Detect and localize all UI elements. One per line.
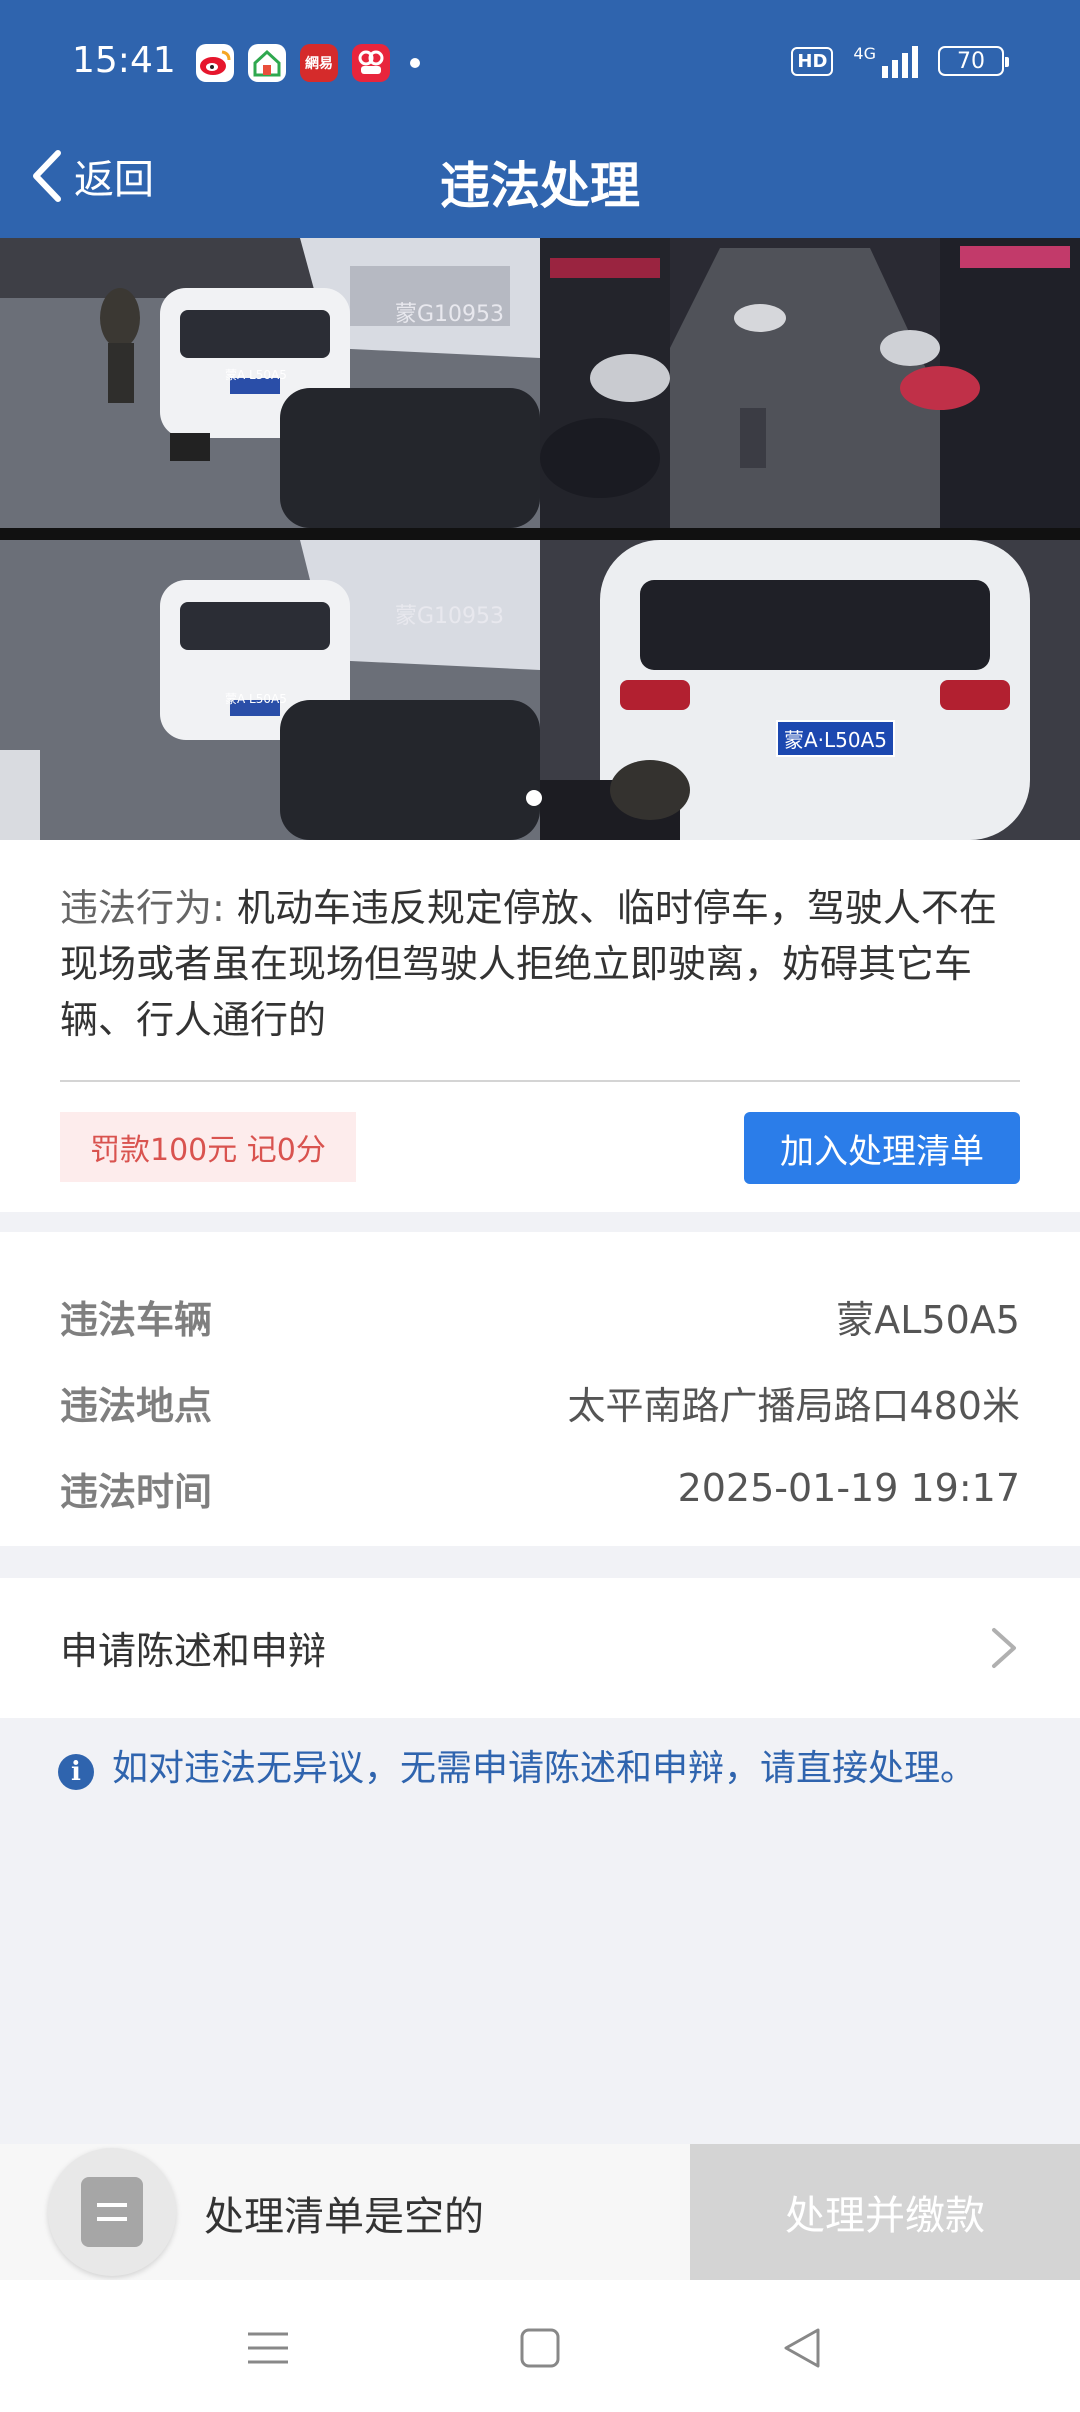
plate-text-small-top: 蒙A L50A5 — [225, 368, 287, 382]
back-icon[interactable] — [774, 2320, 830, 2376]
bottom-action-bar: 处理清单是空的 处理并缴款 — [0, 2144, 1080, 2280]
system-navigation-bar — [0, 2280, 1080, 2412]
home-icon[interactable] — [512, 2320, 568, 2376]
photo-bottom-right: 蒙A·L50A5 — [540, 540, 1080, 840]
violation-photo-carousel[interactable]: 蒙G10953 蒙A L50A5 蒙G10953 蒙A L50A5 蒙A·L50… — [0, 238, 1080, 840]
netease-icon: 網易 — [300, 44, 338, 82]
page-title: 违法处理 — [440, 157, 640, 215]
photo-top-right — [540, 238, 1080, 528]
status-time: 15:41 — [72, 40, 176, 81]
photo-top-left: 蒙G10953 蒙A L50A5 — [0, 238, 540, 528]
network-type: 4G — [853, 44, 876, 63]
violation-card: 违法行为: 机动车违反规定停放、临时停车，驾驶人不在现场或者虽在现场但驾驶人拒绝… — [0, 840, 1080, 1212]
status-bar: 15:41 網易 HD 4G 70 — [0, 0, 1080, 124]
add-to-list-button[interactable]: 加入处理清单 — [744, 1112, 1020, 1184]
info-notice: i 如对违法无异议，无需申请陈述和申辩，请直接处理。 — [58, 1744, 1018, 1794]
detail-value: 太平南路广播局路口480米 — [567, 1383, 1020, 1428]
fine-badge: 罚款100元 记0分 — [60, 1112, 356, 1182]
plate-text-large: 蒙A·L50A5 — [776, 720, 896, 757]
netease-icon-label: 網易 — [305, 56, 333, 72]
notification-icons: 網易 — [196, 44, 420, 82]
detail-key: 违法时间 — [60, 1469, 213, 1514]
battery-icon: 70 — [938, 46, 1009, 76]
video-app-icon — [352, 44, 390, 82]
battery-level: 70 — [957, 48, 985, 74]
plate-text-small-bottom: 蒙A L50A5 — [225, 692, 287, 706]
process-list-button[interactable] — [48, 2148, 176, 2276]
detail-value: 蒙AL50A5 — [836, 1297, 1020, 1342]
violation-description: 违法行为: 机动车违反规定停放、临时停车，驾驶人不在现场或者虽在现场但驾驶人拒绝… — [60, 880, 1020, 1048]
info-text: 如对违法无异议，无需申请陈述和申辩，请直接处理。 — [112, 1748, 977, 1789]
signal-icon: 4G — [853, 44, 918, 78]
menu-icon[interactable] — [240, 2320, 296, 2376]
plate-text-top: 蒙G10953 — [395, 302, 505, 327]
empty-list-text: 处理清单是空的 — [204, 2194, 484, 2240]
detail-row-time: 违法时间 2025-01-19 19:17 — [60, 1458, 1020, 1518]
detail-key: 违法地点 — [60, 1383, 213, 1428]
status-indicators: HD 4G 70 — [791, 44, 1009, 78]
violation-details: 违法车辆 蒙AL50A5 违法地点 太平南路广播局路口480米 违法时间 202… — [0, 1232, 1080, 1546]
carousel-indicator-dot — [526, 790, 542, 806]
document-icon — [81, 2177, 143, 2247]
hd-badge: HD — [791, 46, 834, 76]
weibo-icon — [196, 44, 234, 82]
divider — [60, 1080, 1020, 1082]
photo-bottom-left: 蒙G10953 蒙A L50A5 — [0, 540, 540, 840]
violation-label: 违法行为: — [60, 886, 225, 930]
appeal-row[interactable]: 申请陈述和申辩 — [0, 1578, 1080, 1718]
plate-text-top-2: 蒙G10953 — [395, 604, 505, 629]
chevron-right-icon — [992, 1628, 1016, 1668]
info-icon: i — [58, 1754, 94, 1790]
nav-bar: 返回 违法处理 — [0, 124, 1080, 238]
process-and-pay-button[interactable]: 处理并缴款 — [690, 2144, 1080, 2280]
app-header: 15:41 網易 HD 4G 70 返回 违法处理 — [0, 0, 1080, 238]
detail-key: 违法车辆 — [60, 1297, 213, 1342]
appeal-label: 申请陈述和申辩 — [60, 1629, 327, 1673]
home-app-icon — [248, 44, 286, 82]
detail-row-vehicle: 违法车辆 蒙AL50A5 — [60, 1286, 1020, 1346]
detail-row-location: 违法地点 太平南路广播局路口480米 — [60, 1372, 1020, 1432]
detail-value: 2025-01-19 19:17 — [677, 1466, 1020, 1510]
more-notifications-dot — [410, 58, 420, 68]
